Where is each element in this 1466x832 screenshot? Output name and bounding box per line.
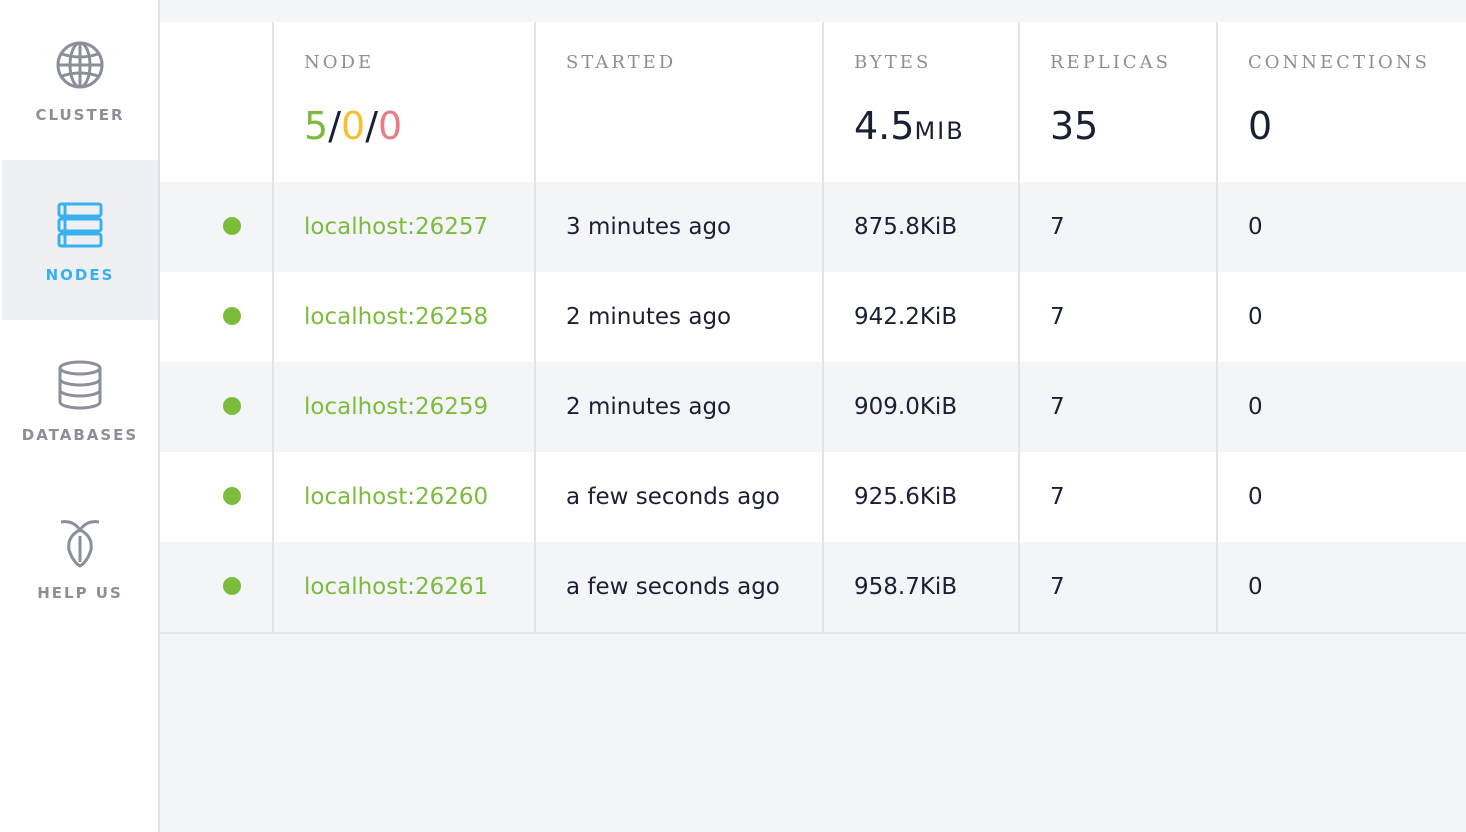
sidebar-item-label: DATABASES	[21, 426, 139, 444]
count-separator: /	[328, 104, 341, 148]
table-row: localhost:26260 a few seconds ago 925.6K…	[160, 452, 1466, 542]
table-row: localhost:26258 2 minutes ago 942.2KiB 7…	[160, 272, 1466, 362]
node-link[interactable]: localhost:26259	[304, 394, 488, 420]
header-connections-label: CONNECTIONS	[1248, 52, 1430, 73]
sidebar-item-cluster[interactable]: CLUSTER	[2, 0, 158, 160]
started-cell: a few seconds ago	[566, 484, 780, 510]
column-divider	[1216, 22, 1218, 634]
header-replicas-label: REPLICAS	[1050, 52, 1171, 73]
column-divider	[822, 22, 824, 634]
total-replicas: 35	[1050, 104, 1099, 148]
node-status-counts: 5/0/0	[304, 104, 402, 148]
started-cell: 3 minutes ago	[566, 214, 732, 240]
replicas-cell: 7	[1050, 574, 1065, 600]
bytes-cell: 942.2KiB	[854, 304, 958, 330]
nodes-list-icon	[57, 202, 103, 248]
node-link[interactable]: localhost:26258	[304, 304, 488, 330]
sidebar-item-databases[interactable]: DATABASES	[2, 320, 158, 480]
connections-cell: 0	[1248, 214, 1263, 240]
bytes-unit: MIB	[914, 117, 965, 145]
status-dot	[223, 397, 241, 415]
sidebar: CLUSTER NODES DATABASES HELP US	[0, 0, 160, 832]
column-divider	[534, 22, 536, 634]
bytes-cell: 909.0KiB	[854, 394, 958, 420]
column-divider	[1018, 22, 1020, 634]
status-dot	[223, 307, 241, 325]
globe-icon	[56, 41, 104, 89]
database-icon	[58, 360, 102, 410]
sidebar-item-label: HELP US	[37, 584, 123, 602]
connections-cell: 0	[1248, 574, 1263, 600]
top-strip	[160, 0, 1466, 22]
bytes-cell: 875.8KiB	[854, 214, 958, 240]
header-bytes-label: BYTES	[854, 52, 932, 73]
node-link[interactable]: localhost:26260	[304, 484, 488, 510]
connections-cell: 0	[1248, 484, 1263, 510]
header-node-label: NODE	[304, 52, 375, 73]
suspect-count: 0	[341, 104, 366, 148]
replicas-cell: 7	[1050, 214, 1065, 240]
node-link[interactable]: localhost:26257	[304, 214, 488, 240]
table-row: localhost:26261 a few seconds ago 958.7K…	[160, 542, 1466, 632]
table-header: NODE 5/0/0 STARTED BYTES 4.5MIB REPLICAS…	[160, 22, 1466, 184]
node-link[interactable]: localhost:26261	[304, 574, 488, 600]
dead-count: 0	[378, 104, 403, 148]
table-bottom-border	[160, 632, 1466, 634]
total-bytes: 4.5MIB	[854, 104, 965, 148]
column-divider	[272, 22, 274, 634]
connections-cell: 0	[1248, 394, 1263, 420]
bytes-value: 4.5	[854, 104, 915, 148]
started-cell: 2 minutes ago	[566, 394, 732, 420]
cockroach-icon	[60, 520, 100, 568]
status-dot	[223, 577, 241, 595]
sidebar-item-help-us[interactable]: HELP US	[2, 478, 158, 638]
table-row: localhost:26259 2 minutes ago 909.0KiB 7…	[160, 362, 1466, 452]
table-row: localhost:26257 3 minutes ago 875.8KiB 7…	[160, 182, 1466, 272]
bytes-cell: 958.7KiB	[854, 574, 958, 600]
replicas-cell: 7	[1050, 484, 1065, 510]
started-cell: 2 minutes ago	[566, 304, 732, 330]
replicas-cell: 7	[1050, 394, 1065, 420]
bytes-cell: 925.6KiB	[854, 484, 958, 510]
started-cell: a few seconds ago	[566, 574, 780, 600]
sidebar-item-nodes[interactable]: NODES	[2, 160, 158, 320]
nodes-table: NODE 5/0/0 STARTED BYTES 4.5MIB REPLICAS…	[160, 0, 1466, 832]
replicas-cell: 7	[1050, 304, 1065, 330]
live-count: 5	[304, 104, 329, 148]
count-separator: /	[365, 104, 378, 148]
header-started-label: STARTED	[566, 52, 677, 73]
status-dot	[223, 487, 241, 505]
sidebar-item-label: CLUSTER	[35, 106, 125, 124]
total-connections: 0	[1248, 104, 1273, 148]
connections-cell: 0	[1248, 304, 1263, 330]
status-dot	[223, 217, 241, 235]
sidebar-item-label: NODES	[45, 266, 115, 284]
